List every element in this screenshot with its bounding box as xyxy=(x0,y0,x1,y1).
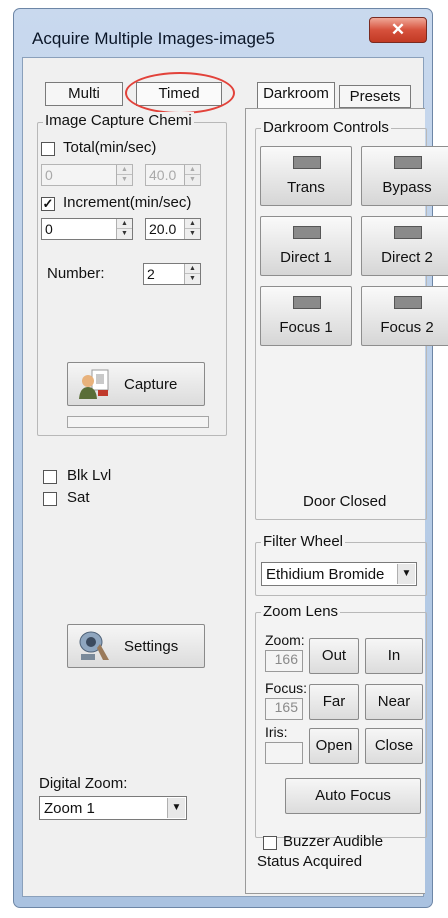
direct-2-button[interactable]: Direct 2 xyxy=(361,216,448,276)
sat-label: Sat xyxy=(67,489,90,506)
focus-far-button[interactable]: Far xyxy=(309,684,359,720)
camera-settings-icon xyxy=(78,630,112,662)
increment-sec-value: 20.0 xyxy=(149,221,177,237)
iris-open-button[interactable]: Open xyxy=(309,728,359,764)
buzzer-label: Buzzer Audible xyxy=(283,833,384,850)
digital-zoom-label: Digital Zoom: xyxy=(39,775,128,792)
zoom-lens-legend: Zoom Lens xyxy=(261,603,341,620)
increment-label: Increment(min/sec) xyxy=(63,194,192,211)
close-icon: ✕ xyxy=(390,20,406,39)
increment-sec-spinner[interactable]: 20.0 ▲ ▼ xyxy=(145,218,201,240)
total-min-value: 0 xyxy=(45,167,53,183)
capture-progress-bar xyxy=(67,416,209,428)
camera-person-icon xyxy=(78,368,112,400)
bypass-button[interactable]: Bypass xyxy=(361,146,448,206)
iris-label: Iris: xyxy=(265,724,288,740)
capture-button[interactable]: Capture xyxy=(67,362,205,406)
focus-readout: 165 xyxy=(265,698,303,720)
focus-2-label: Focus 2 xyxy=(380,319,434,336)
number-spinner[interactable]: 2 ▲ ▼ xyxy=(143,263,201,285)
spin-down-icon[interactable]: ▼ xyxy=(185,229,200,239)
total-min-spinner[interactable]: 0 ▲ ▼ xyxy=(41,164,133,186)
blk-lvl-label: Blk Lvl xyxy=(67,467,112,484)
door-status: Door Closed xyxy=(303,493,387,510)
filter-wheel-select[interactable]: Ethidium Bromide ▼ xyxy=(261,562,417,586)
spin-up-icon[interactable]: ▲ xyxy=(117,219,132,229)
zoom-out-button[interactable]: Out xyxy=(309,638,359,674)
settings-button[interactable]: Settings xyxy=(67,624,205,668)
spin-up-icon[interactable]: ▲ xyxy=(117,165,132,175)
tab-darkroom[interactable]: Darkroom xyxy=(257,82,335,108)
increment-checkbox[interactable]: ✓ xyxy=(41,197,55,211)
zoom-in-button[interactable]: In xyxy=(365,638,423,674)
increment-min-spinner[interactable]: 0 ▲ ▼ xyxy=(41,218,133,240)
increment-min-value: 0 xyxy=(45,221,53,237)
number-label: Number: xyxy=(47,265,105,282)
trans-button[interactable]: Trans xyxy=(260,146,352,206)
filter-wheel-value: Ethidium Bromide xyxy=(266,566,385,583)
title-bar[interactable]: Acquire Multiple Images-image5 ✕ xyxy=(14,9,432,55)
indicator-led xyxy=(293,226,321,239)
spin-down-icon[interactable]: ▼ xyxy=(117,229,132,239)
spin-up-icon[interactable]: ▲ xyxy=(185,165,200,175)
chevron-down-icon[interactable]: ▼ xyxy=(167,798,185,818)
filter-wheel-legend: Filter Wheel xyxy=(261,533,346,550)
chevron-down-icon[interactable]: ▼ xyxy=(397,564,415,584)
buzzer-checkbox[interactable] xyxy=(263,836,277,850)
iris-close-button[interactable]: Close xyxy=(365,728,423,764)
digital-zoom-select[interactable]: Zoom 1 ▼ xyxy=(39,796,187,820)
zoom-readout: 166 xyxy=(265,650,303,672)
focus-2-button[interactable]: Focus 2 xyxy=(361,286,448,346)
zoom-label: Zoom: xyxy=(265,632,305,648)
number-value: 2 xyxy=(147,266,155,282)
trans-label: Trans xyxy=(287,179,325,196)
spin-up-icon[interactable]: ▲ xyxy=(185,264,200,274)
tab-multi[interactable]: Multi xyxy=(45,82,123,106)
image-capture-legend: Image Capture Chemi xyxy=(43,112,194,129)
spin-up-icon[interactable]: ▲ xyxy=(185,219,200,229)
iris-readout xyxy=(265,742,303,764)
acquire-window: Acquire Multiple Images-image5 ✕ Multi T… xyxy=(13,8,448,908)
total-sec-spinner[interactable]: 40.0 ▲ ▼ xyxy=(145,164,201,186)
spin-down-icon[interactable]: ▼ xyxy=(117,175,132,185)
indicator-led xyxy=(394,226,422,239)
auto-focus-button[interactable]: Auto Focus xyxy=(285,778,421,814)
focus-1-label: Focus 1 xyxy=(279,319,333,336)
window-title: Acquire Multiple Images-image5 xyxy=(32,29,275,48)
indicator-led xyxy=(394,156,422,169)
capture-label: Capture xyxy=(124,376,178,393)
bypass-label: Bypass xyxy=(382,179,432,196)
total-sec-value: 40.0 xyxy=(149,167,177,183)
sat-checkbox[interactable] xyxy=(43,492,57,506)
tab-presets[interactable]: Presets xyxy=(339,85,411,108)
direct-2-label: Direct 2 xyxy=(381,249,433,266)
close-button[interactable]: ✕ xyxy=(369,17,427,43)
spin-down-icon[interactable]: ▼ xyxy=(185,175,200,185)
focus-1-button[interactable]: Focus 1 xyxy=(260,286,352,346)
focus-label: Focus: xyxy=(265,680,308,696)
blk-lvl-checkbox[interactable] xyxy=(43,470,57,484)
direct-1-button[interactable]: Direct 1 xyxy=(260,216,352,276)
highlight-circle xyxy=(125,72,235,114)
focus-near-button[interactable]: Near xyxy=(365,684,423,720)
total-label: Total(min/sec) xyxy=(63,139,157,156)
indicator-led xyxy=(293,156,321,169)
digital-zoom-value: Zoom 1 xyxy=(44,800,95,817)
indicator-led xyxy=(394,296,422,309)
settings-label: Settings xyxy=(124,638,179,655)
client-area: Multi Timed Image Capture Chemi Total(mi… xyxy=(22,57,448,897)
total-checkbox[interactable] xyxy=(41,142,55,156)
darkroom-controls-legend: Darkroom Controls xyxy=(261,119,391,136)
direct-1-label: Direct 1 xyxy=(280,249,332,266)
status-text: Status Acquired xyxy=(257,853,363,870)
indicator-led xyxy=(293,296,321,309)
spin-down-icon[interactable]: ▼ xyxy=(185,274,200,284)
